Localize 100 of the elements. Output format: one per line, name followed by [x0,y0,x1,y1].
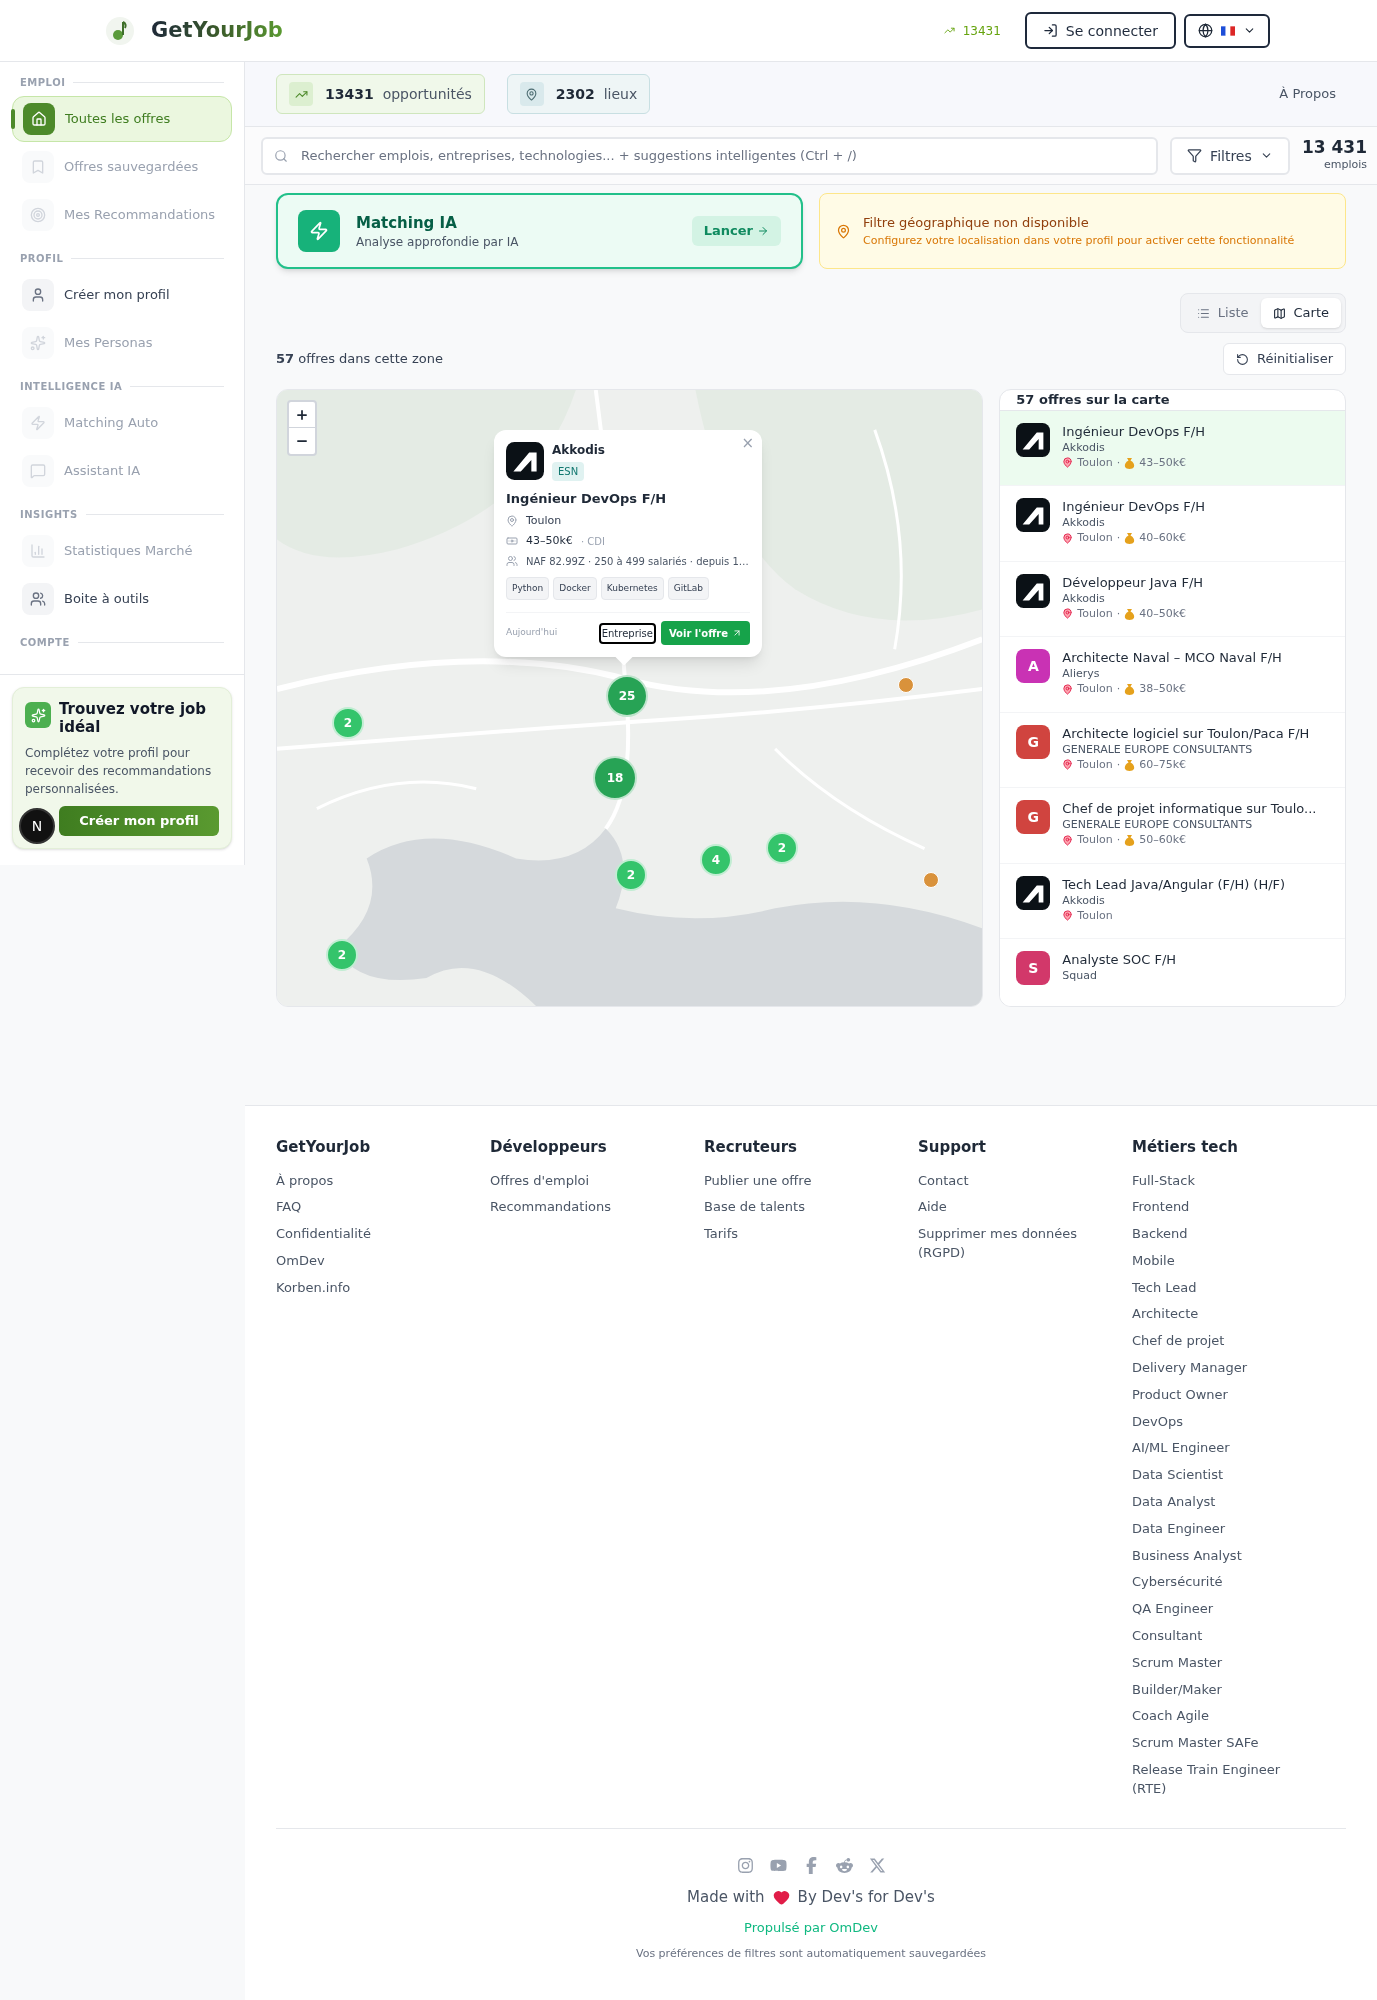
footer-link[interactable]: Korben.info [276,1277,446,1297]
footer-link[interactable]: Scrum Master SAFe [1132,1733,1302,1753]
menu-icon [30,287,46,303]
about-link[interactable]: À Propos [1279,84,1336,104]
footer-link[interactable]: Supprimer mes données (RGPD) [918,1224,1088,1263]
footer-link[interactable]: Data Scientist [1132,1465,1302,1485]
footer-link[interactable]: Base de talents [704,1197,874,1217]
footer-link[interactable]: Business Analyst [1132,1545,1302,1565]
reddit-icon[interactable] [835,1856,853,1874]
menu-icon [30,207,46,223]
sidebar-item[interactable]: Créer mon profil [12,272,232,318]
money-bag-icon [1124,834,1136,846]
instagram-icon[interactable] [736,1856,754,1874]
separator: · [1116,756,1121,773]
trend-icon [943,25,955,36]
footer-link[interactable]: Mobile [1132,1250,1302,1270]
footer-link[interactable]: Publier une offre [704,1170,874,1190]
footer-link[interactable]: Delivery Manager [1132,1358,1302,1378]
globe-icon [1198,23,1213,38]
logo-icon [105,15,135,46]
login-icon [1042,23,1058,38]
footer-link[interactable]: Release Train Engineer (RTE) [1132,1760,1302,1799]
separator: · [1116,454,1121,471]
pin-icon [1062,759,1074,770]
offer-location: Toulon [1077,681,1113,697]
footer-link[interactable]: Aide [918,1197,1088,1217]
footer-link[interactable]: DevOps [1132,1411,1302,1431]
map[interactable]: 25 2 18 2 4 2 2 × Akkodis ESN Ingénieur DevOps F/H Toulon 43–50k€ · CDI NAF 82.99Z · 250 à 499 salariés · depuis 1… Python Docker Kubernetes GitLab Aujourd'hui Entreprise Voir l'offre [276,389,984,1007]
footer-link[interactable]: Chef de projet [1132,1331,1302,1351]
footer-link[interactable]: Cybersécurité [1132,1572,1302,1592]
language-selector[interactable] [1184,13,1270,48]
footer-link[interactable]: Recommandations [490,1197,660,1217]
footer-link[interactable]: Coach Agile [1132,1706,1302,1726]
offer-salary: 50–60k€ [1139,832,1186,848]
login-button[interactable]: Se connecter [1024,12,1176,49]
offer-salary: 60–75k€ [1139,756,1186,773]
footer-link[interactable]: FAQ [276,1197,446,1217]
sparkle-icon [30,707,46,723]
map-icon [1272,306,1286,320]
offer-title: Chef de projet informatique sur Toulo... [1062,800,1317,817]
footer-link[interactable]: Consultant [1132,1626,1302,1646]
menu-icon [30,335,46,351]
footer-link[interactable]: Full-Stack [1132,1170,1302,1190]
dev-badge[interactable]: N [19,808,55,844]
view-tab[interactable]: Liste [1184,298,1261,328]
pin-icon [1062,834,1074,846]
company-logo: G [1016,724,1051,759]
menu-icon [31,111,47,127]
footer-link[interactable]: Tarifs [704,1224,874,1244]
footer-link[interactable]: Contact [918,1170,1088,1190]
offer-location: Toulon [1077,454,1113,471]
footer-link[interactable]: Scrum Master [1132,1652,1302,1672]
footer-link[interactable]: AI/ML Engineer [1132,1438,1302,1458]
footer-link[interactable]: Product Owner [1132,1384,1302,1404]
results-count: 57 offres dans cette zone [276,350,443,369]
offer-salary: 43–50k€ [1139,454,1186,471]
footer-link[interactable]: OmDev [276,1250,446,1270]
separator: · [1116,832,1121,848]
section-label: PROFIL [20,251,64,266]
skill-tag: Kubernetes [600,576,664,600]
launch-button[interactable]: Lancer [691,216,781,246]
section-label: COMPTE [20,635,70,650]
offer-company: Akkodis [1062,439,1106,455]
footer-link[interactable]: Frontend [1132,1197,1302,1217]
footer-link[interactable]: QA Engineer [1132,1599,1302,1619]
external-link-icon [732,628,742,638]
offer-item[interactable]: Ingénieur DevOps F/H Akkodis Toulon · 43–50k€ [1000,410,1345,486]
job-contract: · CDI [580,534,605,549]
x-icon[interactable] [868,1856,886,1874]
banknote-icon [506,535,518,548]
made-with-text: Made with [687,1886,765,1908]
search-field[interactable]: Rechercher emplois, entreprises, technologies... + suggestions intelligentes (Ctrl + /) [261,136,1158,175]
footer-link[interactable]: Offres d'emploi [490,1170,660,1190]
separator: · [1116,681,1121,697]
footer-heading: Recruteurs [704,1137,799,1158]
filters-button[interactable]: Filtres [1169,136,1290,175]
pin-icon [1062,457,1074,468]
offer-location: Toulon [1077,832,1113,848]
footer-link[interactable]: Tech Lead [1132,1277,1302,1297]
location-icon [525,87,539,101]
footer-link[interactable]: Architecte [1132,1304,1302,1324]
sidebar-item[interactable]: Toutes les offres [12,96,232,142]
footer-link[interactable]: Confidentialité [276,1224,446,1244]
footer-link[interactable]: À propos [276,1170,446,1190]
create-profile-button[interactable]: Créer mon profil [59,806,219,836]
money-bag-icon [1124,532,1136,544]
offer-salary: 40–50k€ [1139,605,1186,622]
view-tab[interactable]: Carte [1260,298,1341,328]
menu-icon [30,463,46,479]
filter-icon [1187,148,1203,163]
money-bag-icon [1124,758,1136,771]
footer-heading: Support [918,1137,987,1158]
footer-link[interactable]: Data Analyst [1132,1492,1302,1512]
sidebar-item[interactable]: Boite à outils [12,576,232,622]
footer-link[interactable]: Builder/Maker [1132,1679,1302,1699]
footer-link[interactable]: Data Engineer [1132,1518,1302,1538]
company-button[interactable]: Entreprise [598,622,656,644]
job-salary: 43–50k€ [526,533,573,549]
footer-link[interactable]: Backend [1132,1224,1302,1244]
reset-button[interactable]: Réinitialiser [1223,343,1346,375]
